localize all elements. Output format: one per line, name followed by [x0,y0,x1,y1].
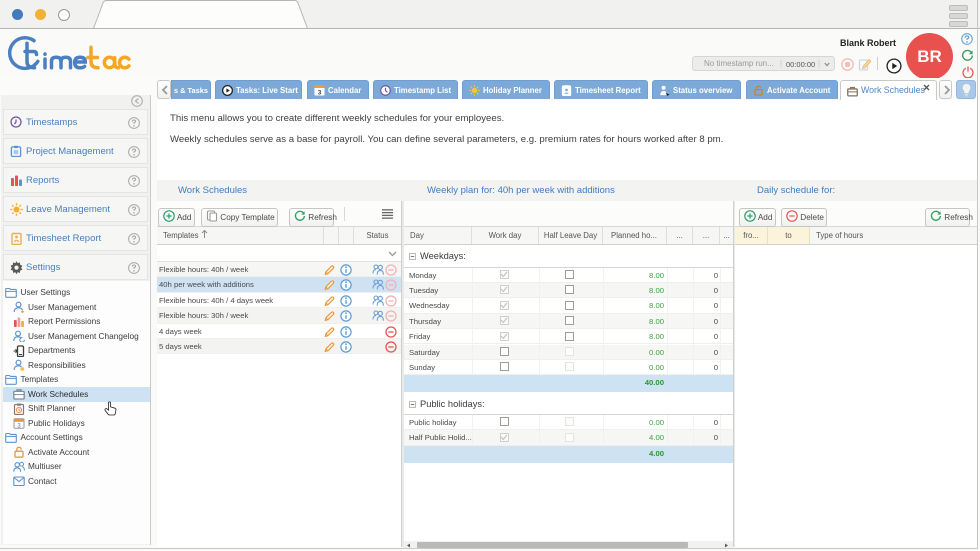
svg-text:3: 3 [318,89,322,96]
